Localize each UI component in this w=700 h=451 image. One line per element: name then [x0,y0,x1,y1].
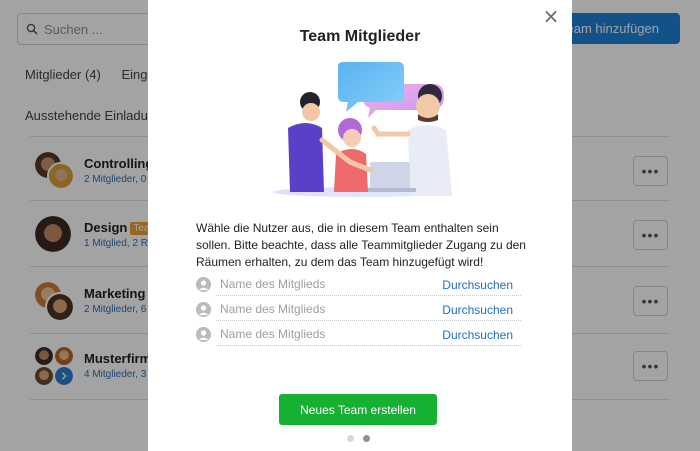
member-field: Durchsuchen [216,274,521,296]
user-placeholder-icon [196,302,211,317]
member-name-input[interactable] [220,302,430,316]
team-illustration [273,62,452,197]
member-name-input[interactable] [220,327,430,341]
modal-title: Team Mitglieder [299,28,421,45]
member-field: Durchsuchen [216,324,521,346]
browse-link[interactable]: Durchsuchen [442,328,513,342]
close-button[interactable]: × [542,6,560,26]
create-team-button[interactable]: Neues Team erstellen [279,394,437,425]
member-row: Durchsuchen [196,274,521,296]
user-placeholder-icon [196,327,211,342]
team-members-modal: × Team Mitglieder Wähle die Nutzer aus, … [148,0,572,451]
pagination-dot-active[interactable] [363,435,370,442]
member-row: Durchsuchen [196,299,521,321]
browse-link[interactable]: Durchsuchen [442,303,513,317]
pagination-dot[interactable] [347,435,354,442]
pagination-dots [347,435,373,443]
member-name-input[interactable] [220,277,430,291]
member-field: Durchsuchen [216,299,521,321]
browse-link[interactable]: Durchsuchen [442,278,513,292]
modal-description: Wähle die Nutzer aus, die in diesem Team… [196,221,526,269]
user-placeholder-icon [196,277,211,292]
member-row: Durchsuchen [196,324,521,346]
